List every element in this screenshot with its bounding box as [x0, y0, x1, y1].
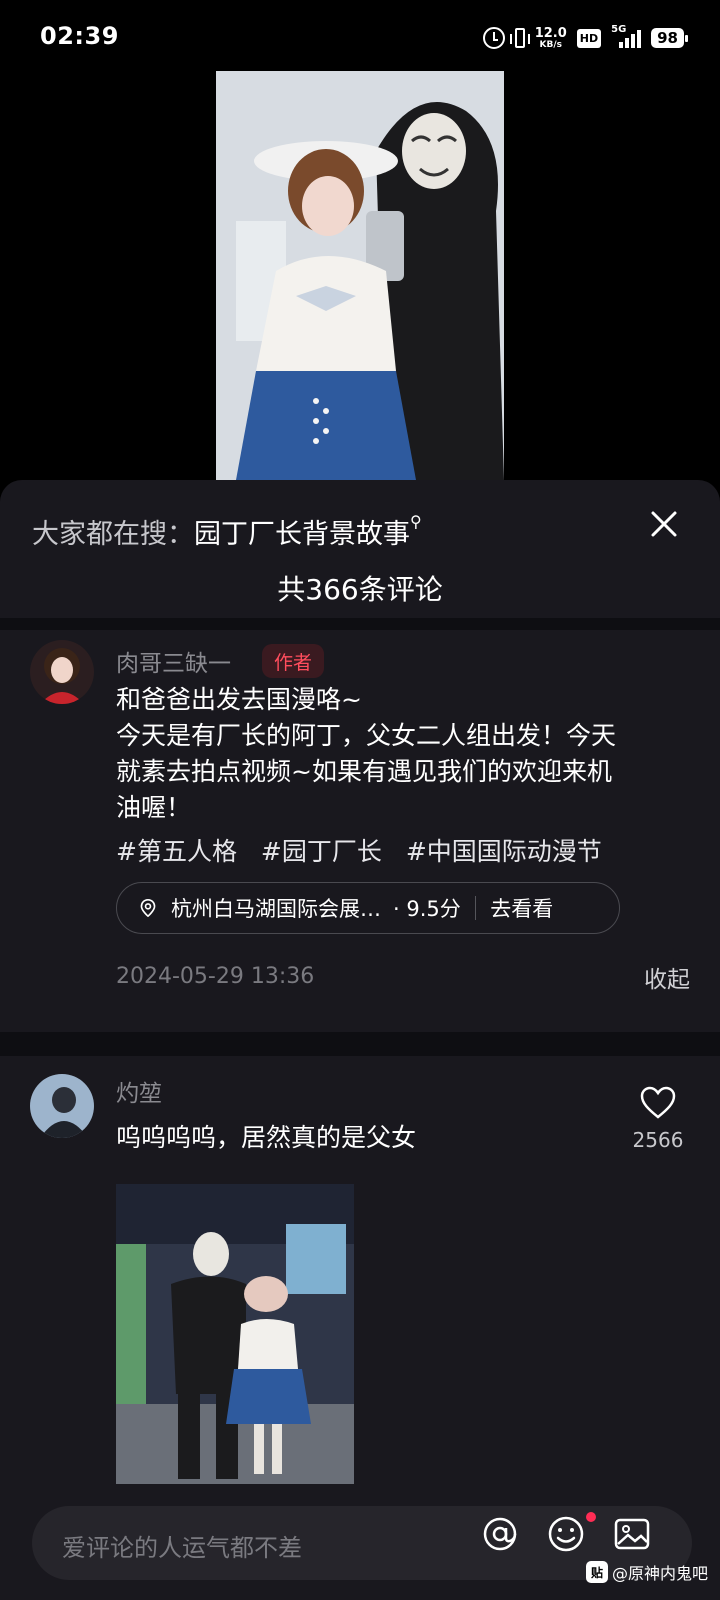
author-nickname[interactable]: 肉哥三缺一	[116, 644, 231, 678]
sheet-header: 大家都在搜：园丁厂长背景故事⚲ 共366条评论	[0, 480, 720, 615]
avatar-image	[30, 640, 94, 704]
close-button[interactable]	[642, 502, 686, 546]
network-type: 5G	[611, 24, 627, 35]
avatar[interactable]	[30, 640, 94, 704]
net-speed-value: 12.0	[534, 25, 567, 41]
trending-search-hint[interactable]: 大家都在搜：园丁厂长背景故事⚲	[32, 512, 422, 551]
comment-line-4: 油喔！	[116, 793, 192, 822]
status-bar: 02:39 12.0 KB/s HD 5G 98	[0, 0, 720, 76]
search-small-icon: ⚲	[410, 512, 422, 531]
avatar-image	[30, 1074, 94, 1138]
divider	[0, 618, 720, 630]
hashtag-link[interactable]: #园丁厂长	[261, 837, 382, 866]
collapse-button[interactable]: 收起	[644, 960, 690, 994]
location-name: 杭州白马湖国际会展…	[171, 897, 381, 921]
location-chip[interactable]: 杭州白马湖国际会展… · 9.5分 去看看	[116, 882, 620, 934]
at-icon[interactable]	[480, 1514, 520, 1554]
emoji-notification-dot	[586, 1512, 596, 1522]
location-pin-icon	[140, 899, 156, 917]
post-photo[interactable]	[216, 71, 504, 480]
comment-timestamp: 2024-05-29 13:36	[116, 964, 315, 989]
like-button[interactable]: 2566	[618, 1086, 698, 1152]
net-speed: 12.0 KB/s	[535, 27, 567, 50]
trending-search-keyword[interactable]: 园丁厂长背景故事	[194, 519, 410, 550]
watermark: 贴 @原神内鬼吧	[585, 1560, 708, 1584]
net-speed-unit: KB/s	[539, 39, 562, 50]
post-photo-illustration	[216, 71, 504, 480]
reply-text: 呜呜呜呜，居然真的是父女	[116, 1123, 417, 1152]
alarm-icon	[482, 27, 505, 49]
image-icon[interactable]	[612, 1514, 652, 1554]
divider	[0, 1032, 720, 1056]
watermark-text: @原神内鬼吧	[611, 1564, 708, 1583]
location-score: · 9.5分	[393, 897, 461, 921]
reply-image[interactable]	[116, 1184, 354, 1484]
hd-badge: HD	[576, 28, 602, 48]
tieba-logo-icon: 贴	[585, 1561, 608, 1583]
like-count: 2566	[632, 1128, 684, 1152]
hashtag-list: #第五人格 #园丁厂长 #中国国际动漫节	[116, 832, 618, 868]
status-icons: 12.0 KB/s HD 5G 98	[482, 22, 688, 54]
location-view-button[interactable]: 去看看	[490, 893, 553, 923]
comment-input-bar: 爱评论的人运气都不差	[0, 1496, 720, 1600]
comment-line-3: 就素去拍点视频~如果有遇见我们的欢迎来机	[116, 757, 612, 786]
comment-count-title: 共366条评论	[277, 573, 443, 606]
emoji-icon[interactable]	[546, 1514, 586, 1554]
author-badge: 作者	[262, 644, 325, 678]
status-time: 02:39	[40, 22, 119, 50]
reply-nickname[interactable]: 灼堃	[116, 1074, 162, 1108]
reply-comment[interactable]: 灼堃 呜呜呜呜，居然真的是父女 2566	[0, 1056, 720, 1496]
vibrate-icon	[509, 28, 530, 48]
comment-input-placeholder: 爱评论的人运气都不差	[62, 1534, 302, 1562]
battery-indicator: 98	[651, 28, 688, 48]
location-separator	[474, 896, 477, 920]
close-icon	[651, 511, 677, 537]
signal-icon: 5G	[611, 24, 642, 48]
trending-search-prefix: 大家都在搜：	[32, 519, 194, 550]
author-comment[interactable]: 肉哥三缺一 作者 和爸爸出发去国漫咯~ 今天是有厂长的阿丁，父女二人组出发！今天…	[0, 630, 720, 1050]
hashtag-link[interactable]: #第五人格	[116, 837, 237, 866]
heart-icon	[640, 1086, 676, 1119]
comment-line-1: 和爸爸出发去国漫咯~	[116, 685, 362, 714]
avatar[interactable]	[30, 1074, 94, 1138]
comment-line-2: 今天是有厂长的阿丁，父女二人组出发！今天	[116, 721, 617, 750]
reply-image-illustration	[116, 1184, 354, 1484]
hashtag-link[interactable]: #中国国际动漫节	[406, 837, 602, 866]
